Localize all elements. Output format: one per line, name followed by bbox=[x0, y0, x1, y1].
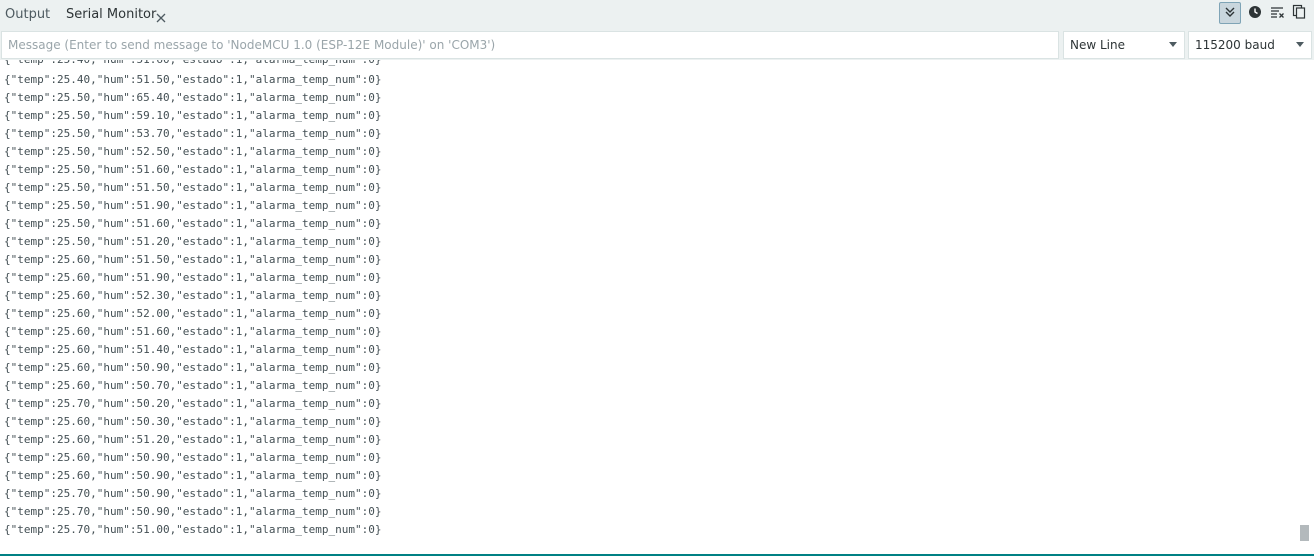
output-line: {"temp":25.50,"hum":51.50,"estado":1,"al… bbox=[4, 181, 382, 194]
output-line: {"temp":25.70,"hum":50.20,"estado":1,"al… bbox=[4, 397, 382, 410]
output-line: {"temp":25.50,"hum":51.90,"estado":1,"al… bbox=[4, 199, 382, 212]
copy-output-button[interactable] bbox=[1288, 2, 1310, 24]
clear-output-icon bbox=[1270, 4, 1285, 23]
copy-icon bbox=[1292, 4, 1306, 23]
output-line: {"temp":25.50,"hum":53.70,"estado":1,"al… bbox=[4, 127, 382, 140]
output-line: {"temp":25.50,"hum":51.60,"estado":1,"al… bbox=[4, 163, 382, 176]
output-line: {"temp":25.60,"hum":51.90,"estado":1,"al… bbox=[4, 271, 382, 284]
output-line: {"temp":25.70,"hum":50.90,"estado":1,"al… bbox=[4, 505, 382, 518]
output-line: {"temp":25.40,"hum":51.50,"estado":1,"al… bbox=[4, 73, 382, 86]
output-line: {"temp":25.60,"hum":51.20,"estado":1,"al… bbox=[4, 433, 382, 446]
output-line: {"temp":25.60,"hum":50.70,"estado":1,"al… bbox=[4, 379, 382, 392]
output-line: {"temp":25.50,"hum":51.60,"estado":1,"al… bbox=[4, 217, 382, 230]
tab-serial-monitor[interactable]: Serial Monitor bbox=[66, 0, 156, 30]
message-input[interactable] bbox=[1, 31, 1059, 59]
autoscroll-button[interactable] bbox=[1219, 2, 1241, 24]
output-line: {"temp":25.60,"hum":51.50,"estado":1,"al… bbox=[4, 253, 382, 266]
line-ending-select[interactable]: New Line bbox=[1063, 31, 1185, 59]
line-ending-value: New Line bbox=[1070, 38, 1125, 52]
message-row: New Line 115200 baud bbox=[0, 30, 1314, 60]
output-line: {"temp":25.60,"hum":50.90,"estado":1,"al… bbox=[4, 469, 382, 482]
tab-output[interactable]: Output bbox=[5, 0, 50, 30]
serial-monitor-panel: Output Serial Monitor Message (Enter to … bbox=[0, 0, 1314, 556]
output-line: {"temp":25.60,"hum":50.90,"estado":1,"al… bbox=[4, 361, 382, 374]
output-line: {"temp":25.50,"hum":51.20,"estado":1,"al… bbox=[4, 235, 382, 248]
close-icon[interactable] bbox=[155, 9, 167, 23]
clear-output-button[interactable] bbox=[1266, 2, 1288, 24]
scrollbar-thumb[interactable] bbox=[1300, 525, 1309, 541]
double-chevron-down-icon bbox=[1223, 4, 1237, 23]
panel-tab-bar: Output Serial Monitor bbox=[0, 0, 1314, 30]
serial-output-area[interactable]: {"temp":25.40,"hum":51.60,"estado":1,"al… bbox=[0, 60, 1314, 554]
timestamp-button[interactable] bbox=[1244, 2, 1266, 24]
output-lines: {"temp":25.40,"hum":51.50,"estado":1,"al… bbox=[4, 71, 382, 539]
output-line: {"temp":25.60,"hum":51.40,"estado":1,"al… bbox=[4, 343, 382, 356]
baud-rate-value: 115200 baud bbox=[1195, 38, 1275, 52]
caret-down-icon bbox=[1296, 42, 1304, 47]
output-line-partial: {"temp":25.40,"hum":51.60,"estado":1,"al… bbox=[4, 60, 382, 69]
output-line: {"temp":25.60,"hum":52.30,"estado":1,"al… bbox=[4, 289, 382, 302]
output-line: {"temp":25.60,"hum":50.90,"estado":1,"al… bbox=[4, 451, 382, 464]
output-line: {"temp":25.70,"hum":51.00,"estado":1,"al… bbox=[4, 523, 382, 536]
output-line: {"temp":25.60,"hum":51.60,"estado":1,"al… bbox=[4, 325, 382, 338]
output-line: {"temp":25.50,"hum":65.40,"estado":1,"al… bbox=[4, 91, 382, 104]
baud-rate-select[interactable]: 115200 baud bbox=[1188, 31, 1312, 59]
output-line: {"temp":25.60,"hum":50.30,"estado":1,"al… bbox=[4, 415, 382, 428]
caret-down-icon bbox=[1169, 42, 1177, 47]
output-line: {"temp":25.70,"hum":50.90,"estado":1,"al… bbox=[4, 487, 382, 500]
output-line: {"temp":25.50,"hum":59.10,"estado":1,"al… bbox=[4, 109, 382, 122]
output-line: {"temp":25.60,"hum":52.00,"estado":1,"al… bbox=[4, 307, 382, 320]
output-line: {"temp":25.50,"hum":52.50,"estado":1,"al… bbox=[4, 145, 382, 158]
clock-icon bbox=[1248, 4, 1262, 23]
